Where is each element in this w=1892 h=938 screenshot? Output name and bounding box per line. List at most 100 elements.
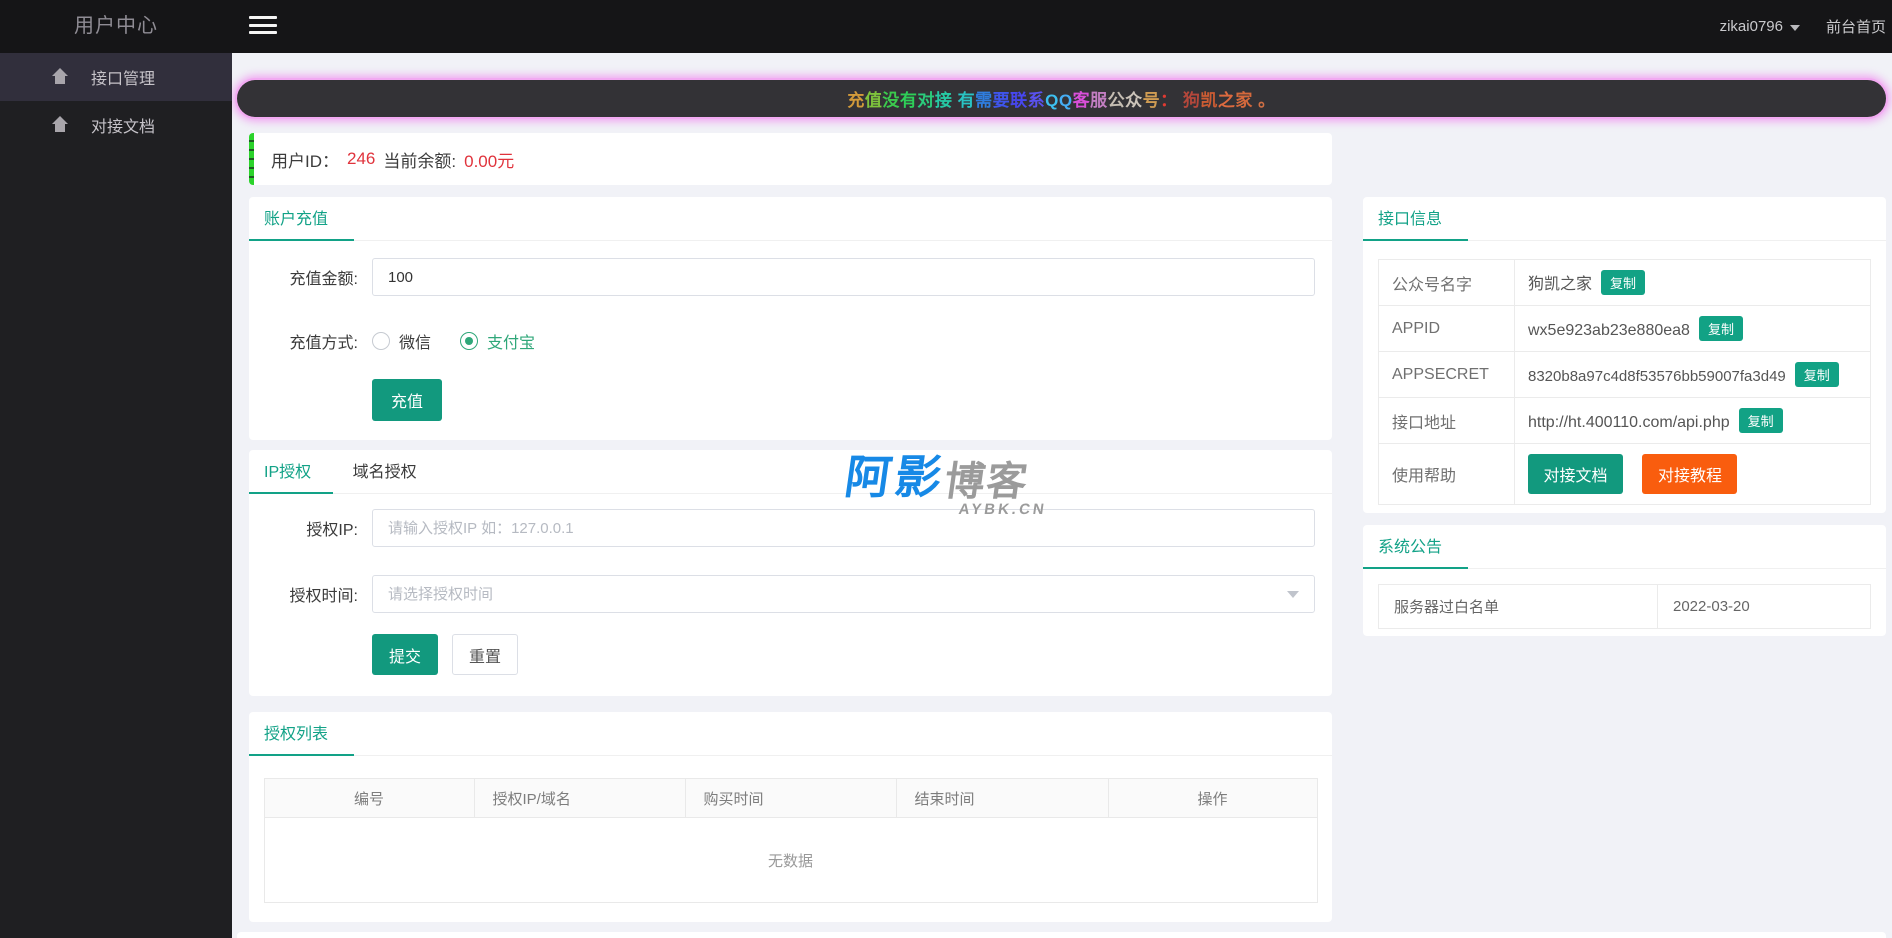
radio-wechat[interactable]: 微信 — [372, 329, 431, 353]
appid-value: wx5e923ab23e880ea8 — [1528, 322, 1690, 339]
column-header: 编号 — [263, 778, 475, 818]
docs-button[interactable]: 对接文档 — [1528, 454, 1623, 494]
banner-char: 接 — [934, 91, 953, 110]
banner-char: 狗 — [1182, 91, 1201, 110]
banner-char: 家 — [1235, 91, 1253, 110]
row-label: 使用帮助 — [1378, 443, 1515, 505]
banner-char: 客 — [1072, 91, 1091, 110]
copy-button[interactable]: 复制 — [1601, 270, 1646, 295]
chevron-down-icon — [1287, 591, 1299, 598]
sidebar-item-docs[interactable]: 对接文档 — [0, 101, 232, 149]
chevron-down-icon — [1789, 24, 1800, 31]
banner-char: 对 — [917, 91, 935, 110]
recharge-title: 账户充值 — [249, 197, 355, 241]
row-label: APPSECRET — [1378, 351, 1515, 398]
banner-char: Q — [1058, 91, 1073, 110]
front-home-link[interactable]: 前台首页 — [1826, 16, 1886, 37]
notice-banner-text: 充值没有对接 有需要联系QQ客服公众号： 狗凯之家 。 — [847, 86, 1275, 111]
copy-button[interactable]: 复制 — [1794, 362, 1839, 387]
column-header: 结束时间 — [895, 778, 1109, 818]
announcement-row[interactable]: 服务器过白名单 2022-03-20 — [1378, 584, 1871, 629]
auth-list-card: 授权列表 编号 授权IP/域名 购买时间 结束时间 操作 无数据 — [249, 712, 1332, 922]
auth-list-title: 授权列表 — [249, 712, 355, 756]
payment-method-group: 微信 支付宝 — [372, 329, 535, 353]
table-row: 接口地址 http://ht.400110.com/api.php 复制 — [1378, 397, 1871, 444]
recharge-card-header: 账户充值 — [249, 197, 1332, 241]
radio-alipay[interactable]: 支付宝 — [460, 329, 535, 353]
row-label: 接口地址 — [1378, 397, 1515, 444]
tab-domain-auth[interactable]: 域名授权 — [338, 450, 439, 494]
announcements-card: 系统公告 服务器过白名单 2022-03-20 — [1363, 525, 1886, 636]
auth-time-label: 授权时间: — [289, 588, 358, 605]
account-name-value: 狗凯之家 — [1528, 276, 1593, 293]
user-dropdown[interactable]: zikai0796 — [1720, 18, 1800, 35]
banner-char: 要 — [992, 91, 1011, 110]
column-header: 操作 — [1107, 778, 1318, 818]
api-info-header: 接口信息 — [1363, 197, 1886, 241]
auth-ip-input[interactable] — [372, 509, 1315, 547]
api-info-card: 接口信息 公众号名字 狗凯之家 复制 APPID wx5e923ab23e880e… — [1363, 197, 1886, 513]
auth-time-select-input[interactable] — [372, 575, 1315, 613]
column-header: 授权IP/域名 — [473, 778, 686, 818]
announcement-title: 服务器过白名单 — [1378, 584, 1658, 629]
method-label: 充值方式: — [289, 335, 358, 352]
tab-ip-auth[interactable]: IP授权 — [249, 450, 334, 494]
copy-button[interactable]: 复制 — [1738, 408, 1783, 433]
sidebar: 接口管理 对接文档 — [0, 53, 232, 938]
radio-icon — [372, 332, 390, 350]
api-info-table: 公众号名字 狗凯之家 复制 APPID wx5e923ab23e880ea8 复制 … — [1378, 259, 1871, 505]
banner-char: 公 — [1107, 91, 1126, 110]
table-row: 公众号名字 狗凯之家 复制 — [1378, 259, 1871, 306]
bottom-card-edge — [237, 932, 1886, 938]
banner-char: 服 — [1090, 91, 1108, 110]
balance-value: 0.00元 — [464, 151, 515, 171]
top-bar: 用户中心 zikai0796 前台首页 — [0, 0, 1892, 53]
banner-char: 号 — [1142, 91, 1161, 110]
auth-ip-label: 授权IP: — [306, 522, 358, 539]
sidebar-item-api-management[interactable]: 接口管理 — [0, 53, 232, 101]
table-row: APPSECRET 8320b8a97c4d8f53576bb59007fa3d… — [1378, 351, 1871, 398]
recharge-button[interactable]: 充值 — [372, 379, 442, 421]
copy-button[interactable]: 复制 — [1698, 316, 1743, 341]
amount-input[interactable] — [372, 258, 1315, 296]
home-icon — [49, 68, 71, 86]
amount-label: 充值金额: — [289, 271, 358, 288]
submit-button[interactable]: 提交 — [372, 634, 438, 675]
user-id-value: 246 — [347, 149, 376, 168]
table-header-row: 编号 授权IP/域名 购买时间 结束时间 操作 — [263, 778, 1318, 818]
empty-text: 无数据 — [263, 817, 1318, 903]
banner-char: 没 — [882, 91, 900, 110]
banner-char: 系 — [1027, 91, 1046, 110]
authorization-tabs: IP授权 域名授权 — [249, 450, 1332, 494]
auth-list-header: 授权列表 — [249, 712, 1332, 756]
user-id-label: 用户ID： — [271, 151, 339, 171]
banner-char: 之 — [1217, 91, 1236, 110]
table-row: 使用帮助 对接文档 对接教程 — [1378, 443, 1871, 505]
banner-char: ： — [1160, 91, 1178, 110]
api-info-title: 接口信息 — [1363, 197, 1469, 241]
api-url-value: http://ht.400110.com/api.php — [1528, 414, 1730, 431]
home-icon — [49, 116, 71, 134]
radio-icon — [460, 332, 479, 350]
empty-row: 无数据 — [263, 817, 1318, 903]
row-label: APPID — [1378, 305, 1515, 352]
user-center-page: 用户中心 zikai0796 前台首页 接口管理 对接文档 充值没有对接 有需要… — [0, 0, 1892, 938]
banner-char: 众 — [1125, 91, 1143, 110]
tutorial-button[interactable]: 对接教程 — [1642, 454, 1738, 494]
banner-char: 充 — [847, 91, 865, 110]
balance-label: 当前余额: — [383, 151, 457, 171]
username: zikai0796 — [1719, 18, 1783, 35]
auth-time-select[interactable] — [372, 575, 1315, 613]
appsecret-value: 8320b8a97c4d8f53576bb59007fa3d49 — [1528, 368, 1786, 385]
auth-list-table: 编号 授权IP/域名 购买时间 结束时间 操作 无数据 — [263, 778, 1318, 903]
banner-char: 。 — [1258, 91, 1276, 110]
announcements-header: 系统公告 — [1363, 525, 1886, 569]
banner-char: 有 — [957, 91, 976, 110]
announcements-table: 服务器过白名单 2022-03-20 — [1378, 584, 1871, 629]
row-label: 公众号名字 — [1378, 259, 1515, 306]
reset-button[interactable]: 重置 — [452, 634, 518, 675]
hamburger-menu-icon[interactable] — [249, 16, 277, 37]
authorization-card: IP授权 域名授权 授权IP: 授权时间: 提交 重置 — [249, 450, 1332, 696]
notice-banner: 充值没有对接 有需要联系QQ客服公众号： 狗凯之家 。 — [237, 80, 1886, 117]
user-info-card: 用户ID： 246 当前余额: 0.00元 — [249, 133, 1332, 185]
